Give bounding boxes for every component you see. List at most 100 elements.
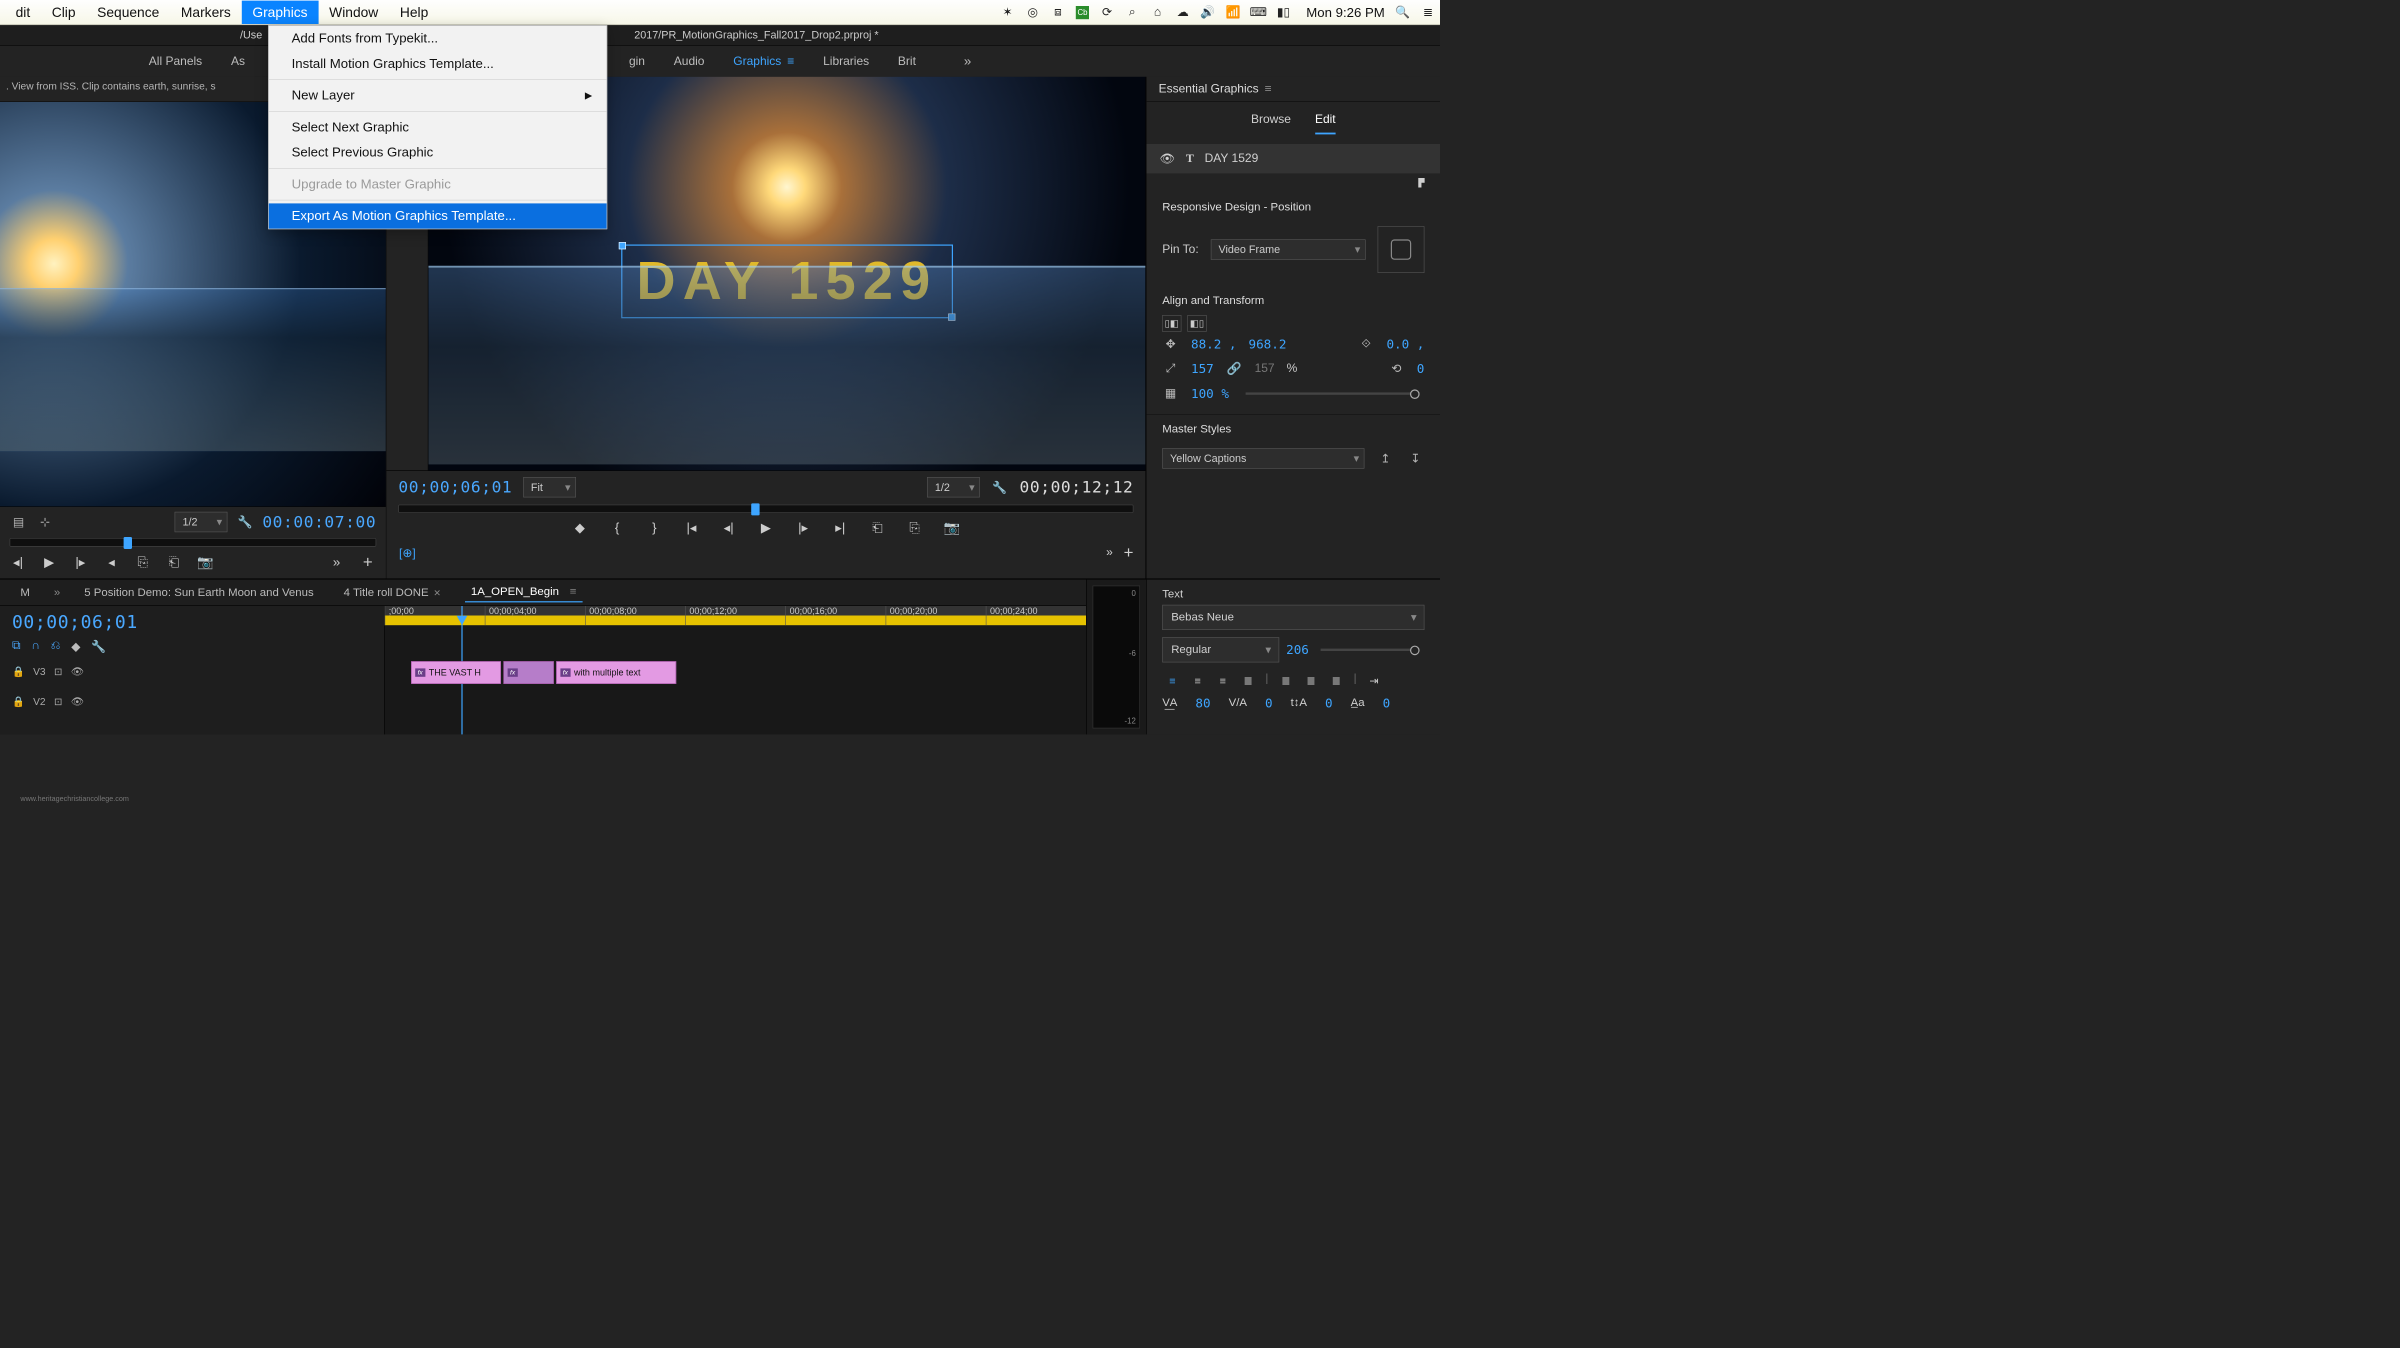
- align-left-icon[interactable]: ▯◧: [1162, 315, 1181, 332]
- wifi-icon[interactable]: 📶: [1226, 5, 1240, 19]
- step-fwd-icon[interactable]: |▸: [795, 520, 812, 536]
- add-button-icon[interactable]: +: [1124, 543, 1134, 562]
- menu-markers[interactable]: Markers: [170, 1, 241, 24]
- menu-clip[interactable]: Clip: [41, 1, 86, 24]
- workspace-libraries[interactable]: Libraries: [818, 51, 874, 72]
- overflow-icon[interactable]: »: [328, 554, 345, 570]
- mark-out-icon[interactable]: |▸: [72, 554, 89, 570]
- marker-icon[interactable]: ◆: [71, 639, 80, 654]
- keyboard-icon[interactable]: ⌨: [1251, 5, 1265, 19]
- menu-select-next[interactable]: Select Next Graphic: [269, 115, 607, 140]
- clip-mid[interactable]: fx: [503, 661, 553, 684]
- align-center-icon[interactable]: ◧▯: [1187, 315, 1206, 332]
- overflow-icon[interactable]: »: [54, 586, 60, 599]
- source-add-icon[interactable]: ⊹: [36, 513, 54, 531]
- panel-menu-icon[interactable]: ≡: [1265, 82, 1272, 96]
- workspace-graphics[interactable]: Graphics≡: [728, 51, 799, 72]
- menu-select-prev[interactable]: Select Previous Graphic: [269, 140, 607, 165]
- go-in-icon[interactable]: |◂: [683, 520, 700, 536]
- evernote-icon[interactable]: ✶: [1000, 5, 1014, 19]
- menu-export-mogrt[interactable]: Export As Motion Graphics Template...: [269, 203, 607, 228]
- add-button-icon[interactable]: +: [359, 553, 376, 572]
- eg-layer-row[interactable]: 👁 T DAY 1529: [1147, 144, 1440, 173]
- source-settings-icon[interactable]: ▤: [10, 513, 28, 531]
- program-scrubber[interactable]: [398, 505, 1133, 513]
- sync-icon[interactable]: ⟳: [1100, 5, 1114, 19]
- layer-name[interactable]: DAY 1529: [1205, 152, 1259, 166]
- program-zoom-select[interactable]: 1/2: [927, 477, 980, 497]
- step-back-icon[interactable]: ◂: [103, 554, 120, 570]
- go-out-icon[interactable]: ▸|: [832, 520, 849, 536]
- tracking-val[interactable]: 80: [1195, 696, 1210, 710]
- tab-icon[interactable]: ⇥: [1364, 672, 1384, 690]
- search-sys-icon[interactable]: ⌕: [1125, 5, 1139, 19]
- timeline-ruler[interactable]: ;00;0000;00;04;0000;00;08;0000;00;12;000…: [385, 606, 1086, 625]
- home-icon[interactable]: ⌂: [1150, 5, 1164, 19]
- menu-edit[interactable]: dit: [5, 1, 41, 24]
- spotlight-icon[interactable]: 🔍: [1396, 5, 1410, 19]
- comparison-icon[interactable]: [⊕]: [398, 544, 416, 562]
- font-family-select[interactable]: Bebas Neue: [1162, 605, 1424, 630]
- program-tc-left[interactable]: 00;00;06;01: [398, 478, 512, 497]
- extract-icon[interactable]: ⎘: [906, 520, 923, 536]
- wrench-icon[interactable]: 🔧: [991, 478, 1009, 496]
- align-center-icon[interactable]: ≡: [1187, 672, 1207, 690]
- out-bracket-icon[interactable]: }: [646, 520, 663, 536]
- source-zoom-select[interactable]: 1/2: [175, 512, 228, 532]
- pin-to-select[interactable]: Video Frame: [1211, 239, 1366, 259]
- font-size[interactable]: 206: [1286, 643, 1309, 657]
- title-bounding-box[interactable]: DAY 1529: [621, 245, 953, 319]
- menu-graphics[interactable]: Graphics: [242, 1, 319, 24]
- font-size-slider[interactable]: [1321, 649, 1420, 651]
- export-frame-icon[interactable]: 📷: [944, 520, 961, 536]
- source-scrubber[interactable]: [10, 538, 377, 546]
- cloud-upload-icon[interactable]: ☁: [1175, 5, 1189, 19]
- close-icon[interactable]: ✕: [433, 587, 441, 598]
- menu-install-mogrt[interactable]: Install Motion Graphics Template...: [269, 51, 607, 76]
- workspace-assembly[interactable]: As: [226, 51, 250, 72]
- scale-w[interactable]: 157: [1191, 362, 1214, 376]
- align-right-icon[interactable]: ≡: [1213, 672, 1233, 690]
- menu-window[interactable]: Window: [318, 1, 389, 24]
- pin-diagram[interactable]: [1378, 226, 1425, 273]
- title-text[interactable]: DAY 1529: [636, 251, 937, 313]
- source-timecode[interactable]: 00:00:07:00: [262, 513, 376, 532]
- eye-icon[interactable]: 👁: [1160, 151, 1175, 166]
- master-style-select[interactable]: Yellow Captions: [1162, 448, 1364, 468]
- nest-icon[interactable]: ⧉: [12, 639, 21, 654]
- font-weight-select[interactable]: Regular: [1162, 637, 1279, 662]
- mark-in-icon[interactable]: ◂|: [10, 554, 27, 570]
- timeline-timecode[interactable]: 00;00;06;01: [12, 612, 372, 633]
- menu-add-fonts[interactable]: Add Fonts from Typekit...: [269, 26, 607, 51]
- play-icon[interactable]: ▶: [758, 520, 775, 536]
- kerning-val[interactable]: 0: [1265, 696, 1273, 710]
- opacity-slider[interactable]: [1246, 392, 1420, 394]
- insert-icon[interactable]: ⎘: [134, 554, 151, 570]
- link-icon[interactable]: 🔗: [1226, 361, 1243, 376]
- menu-new-layer[interactable]: New Layer▶: [269, 83, 607, 108]
- menu-help[interactable]: Help: [389, 1, 439, 24]
- menu-sequence[interactable]: Sequence: [86, 1, 170, 24]
- justify-all-icon[interactable]: ≣: [1326, 672, 1346, 690]
- justify-last-center-icon[interactable]: ≣: [1301, 672, 1321, 690]
- track-v2[interactable]: 🔒V2⊡👁: [12, 690, 372, 714]
- overflow-icon[interactable]: »: [1106, 546, 1113, 560]
- workspace-audio[interactable]: Audio: [669, 51, 709, 72]
- tl-tab-titleroll[interactable]: 4 Title roll DONE✕: [338, 584, 447, 602]
- leading-val[interactable]: 0: [1325, 696, 1333, 710]
- eg-tab-edit[interactable]: Edit: [1315, 113, 1336, 135]
- overwrite-icon[interactable]: ⎗: [166, 554, 183, 570]
- workspace-overflow-icon[interactable]: »: [964, 53, 971, 69]
- justify-last-left-icon[interactable]: ≣: [1276, 672, 1296, 690]
- hamburger-icon[interactable]: ≡: [787, 54, 794, 68]
- tl-tab-m[interactable]: M: [14, 584, 35, 602]
- lift-icon[interactable]: ⎗: [869, 520, 886, 536]
- volume-icon[interactable]: 🔊: [1201, 5, 1215, 19]
- export-frame-icon[interactable]: 📷: [197, 554, 214, 570]
- align-left-icon[interactable]: ≡: [1162, 672, 1182, 690]
- baseline-val[interactable]: 0: [1383, 696, 1391, 710]
- in-bracket-icon[interactable]: {: [609, 520, 626, 536]
- sync-down-icon[interactable]: ↧: [1406, 449, 1424, 467]
- anchor-val[interactable]: 0.0 ,: [1386, 337, 1424, 351]
- wrench-icon[interactable]: 🔧: [91, 639, 106, 654]
